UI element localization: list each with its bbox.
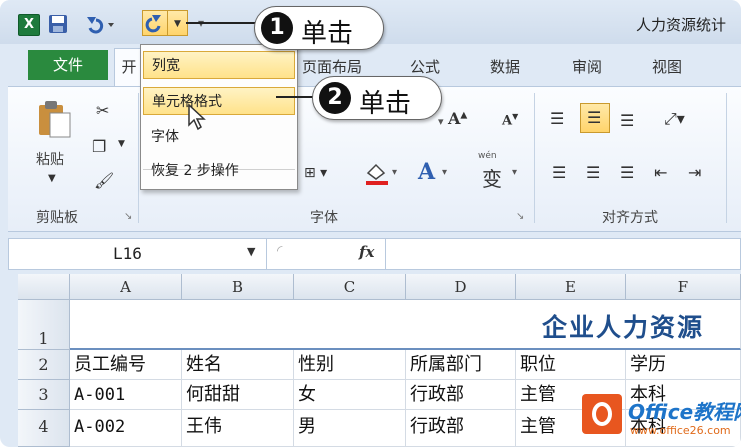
alignment-group-label: 对齐方式 <box>602 210 658 226</box>
save-icon[interactable] <box>48 14 68 34</box>
callout-2-text: 单击 <box>359 89 412 119</box>
excel-app-icon[interactable]: X <box>18 14 40 36</box>
table-header-cell[interactable]: 职位 <box>516 350 626 380</box>
row-header[interactable]: 4 <box>18 410 70 447</box>
table-header-cell[interactable]: 性别 <box>294 350 406 380</box>
row-header[interactable]: 2 <box>18 350 70 380</box>
formula-bar: L16 ▼ ◜ fx <box>8 238 741 270</box>
callout-1-number: 1 <box>261 12 293 44</box>
paste-label[interactable]: 粘贴 <box>36 149 64 169</box>
undo-icon[interactable] <box>82 14 114 34</box>
copy-dropdown-icon[interactable]: ▼ <box>118 139 125 149</box>
font-color-icon[interactable]: A <box>418 159 435 185</box>
callout-2-number: 2 <box>319 82 351 114</box>
clipboard-launcher-icon[interactable]: ↘ <box>124 211 132 222</box>
tab-formulas[interactable]: 公式 <box>410 56 440 77</box>
select-all-corner[interactable] <box>18 274 70 300</box>
align-left-icon[interactable]: ☰ <box>552 163 566 182</box>
tab-page-layout[interactable]: 页面布局 <box>302 56 362 77</box>
phonetic-guide-icon[interactable]: 变 <box>482 163 502 192</box>
clipboard-group-label: 剪贴板 <box>36 210 78 226</box>
document-title: 人力资源统计 <box>636 16 727 34</box>
formula-input[interactable] <box>389 239 739 269</box>
table-cell[interactable]: 男 <box>294 410 406 447</box>
table-cell[interactable]: 女 <box>294 380 406 410</box>
shrink-font-icon[interactable]: A▼ <box>502 111 518 128</box>
align-bottom-icon[interactable]: ☰ <box>620 111 634 130</box>
row-header[interactable]: 3 <box>18 380 70 410</box>
font-launcher-icon[interactable]: ↘ <box>516 211 524 222</box>
name-box-dropdown-icon[interactable]: ▼ <box>247 245 255 258</box>
menu-item-redo-count[interactable]: 恢复 2 步操作 <box>143 157 295 185</box>
table-cell[interactable]: A-001 <box>70 380 182 410</box>
watermark: Office教程网 www.office26.com <box>578 388 741 447</box>
callout-2-leader <box>276 96 316 98</box>
callout-1: 1 单击 <box>254 6 384 50</box>
paste-dropdown-icon[interactable]: ▼ <box>48 173 56 184</box>
insert-function-icon[interactable]: fx <box>359 243 374 261</box>
tab-data[interactable]: 数据 <box>490 56 520 77</box>
phonetic-dropdown-icon[interactable]: ▾ <box>512 167 517 178</box>
column-header[interactable]: E <box>516 274 626 300</box>
table-header-cell[interactable]: 所属部门 <box>406 350 516 380</box>
menu-item-column-width[interactable]: 列宽 <box>143 51 295 79</box>
table-header-cell[interactable]: 学历 <box>626 350 741 380</box>
format-painter-icon[interactable]: 🖌 <box>94 171 114 190</box>
tab-view[interactable]: 视图 <box>652 56 682 77</box>
align-center-icon[interactable]: ☰ <box>586 163 600 182</box>
watermark-text: Office教程网 <box>628 400 741 424</box>
redo-history-menu: 列宽 单元格格式 字体 恢复 2 步操作 <box>140 44 298 190</box>
sheet-title: 企业人力资源 <box>542 313 705 342</box>
redo-dropdown-button[interactable]: ▼ <box>168 10 188 36</box>
fill-color-dropdown-icon[interactable]: ▾ <box>392 167 397 178</box>
callout-2: 2 单击 <box>312 76 442 120</box>
formula-expander-icon[interactable]: ◜ <box>277 243 282 259</box>
align-middle-button[interactable]: ☰ <box>580 103 610 133</box>
menu-item-format-cells[interactable]: 单元格格式 <box>143 87 295 115</box>
menu-item-font[interactable]: 字体 <box>143 123 295 151</box>
watermark-url: www.office26.com <box>630 424 731 437</box>
table-cell[interactable]: A-002 <box>70 410 182 447</box>
table-cell[interactable]: 何甜甜 <box>182 380 294 410</box>
table-header-cell[interactable]: 员工编号 <box>70 350 182 380</box>
name-box[interactable]: L16 <box>9 239 267 269</box>
table-cell[interactable]: 行政部 <box>406 410 516 447</box>
copy-icon[interactable]: ❐ <box>92 137 106 156</box>
font-group-label: 字体 <box>310 210 338 226</box>
column-header[interactable]: A <box>70 274 182 300</box>
mouse-pointer-icon <box>188 103 206 131</box>
paste-icon[interactable] <box>36 99 72 143</box>
row-header[interactable]: 1 <box>18 300 70 350</box>
align-right-icon[interactable]: ☰ <box>620 163 634 182</box>
column-header[interactable]: D <box>406 274 516 300</box>
fill-color-icon[interactable] <box>364 163 390 189</box>
tab-review[interactable]: 审阅 <box>572 56 602 77</box>
callout-1-leader <box>186 22 256 24</box>
table-cell[interactable]: 王伟 <box>182 410 294 447</box>
table-header-cell[interactable]: 姓名 <box>182 350 294 380</box>
callout-1-text: 单击 <box>301 19 354 49</box>
redo-button[interactable] <box>142 10 168 36</box>
increase-indent-icon[interactable]: ⇥ <box>688 163 701 182</box>
table-cell[interactable]: 行政部 <box>406 380 516 410</box>
cut-icon[interactable]: ✂ <box>96 101 109 120</box>
column-header[interactable]: B <box>182 274 294 300</box>
font-size-dropdown-icon[interactable]: ▾ <box>438 115 444 128</box>
column-header[interactable]: F <box>626 274 741 300</box>
font-color-dropdown-icon[interactable]: ▾ <box>442 167 447 178</box>
excel-window: X ▼ ▾ 人力资源统计 文件 开 页面布局 公式 数据 审阅 视图 粘贴 ▼ … <box>0 0 741 447</box>
phonetic-top-text: wén <box>478 151 497 161</box>
decrease-indent-icon[interactable]: ⇤ <box>654 163 667 182</box>
grow-font-icon[interactable]: A▲ <box>448 109 467 128</box>
office-logo-icon <box>582 394 622 434</box>
align-top-icon[interactable]: ☰ <box>550 109 564 128</box>
tab-file[interactable]: 文件 <box>28 50 108 80</box>
column-header[interactable]: C <box>294 274 406 300</box>
borders-icon[interactable]: ⊞ ▾ <box>304 165 327 181</box>
orientation-icon[interactable]: ⤢▾ <box>664 109 685 129</box>
